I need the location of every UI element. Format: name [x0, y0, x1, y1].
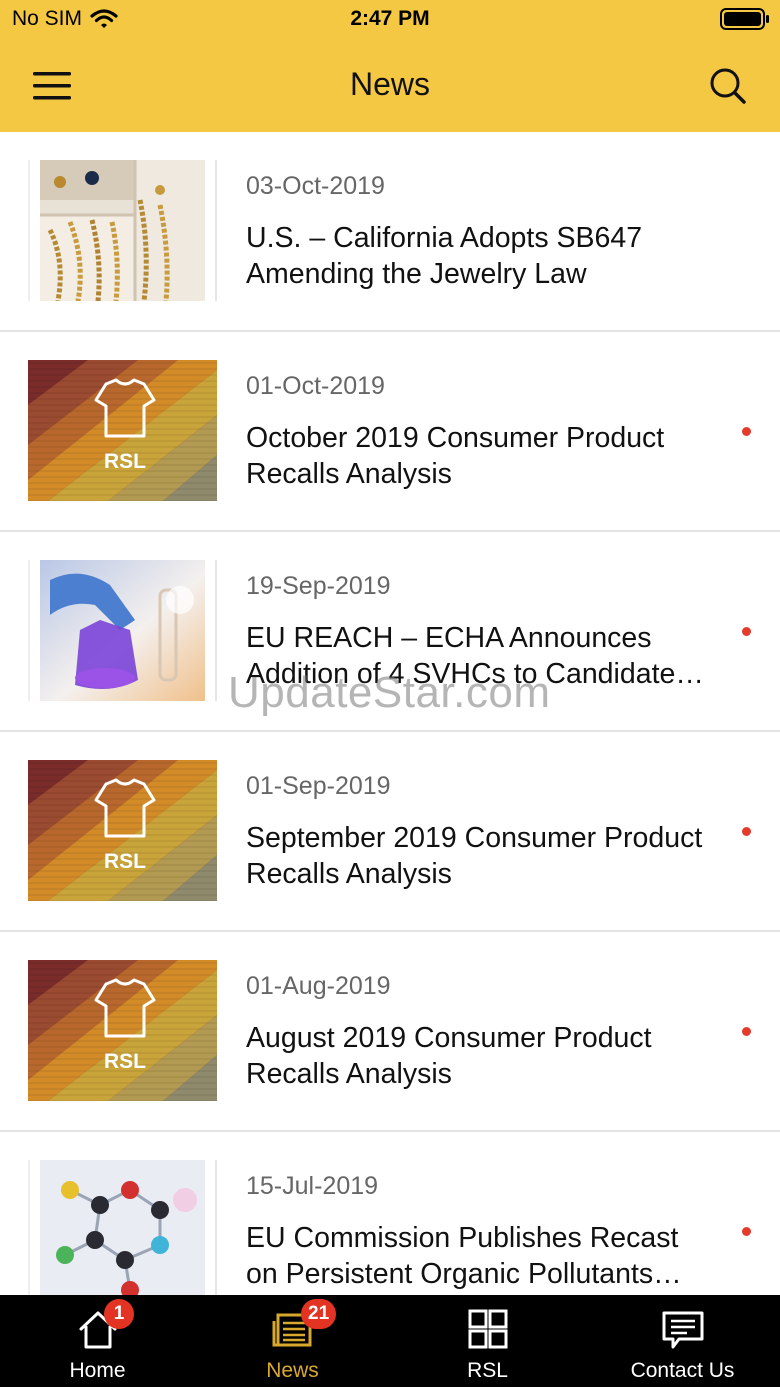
- page-title: News: [349, 66, 430, 102]
- jewelry-photo: [40, 160, 205, 301]
- news-date: 01-Oct-2019: [246, 372, 385, 400]
- rsl-fabric-image: RSL: [28, 760, 217, 901]
- nav-header: News: [0, 40, 780, 132]
- tab-rsl[interactable]: RSL: [390, 1295, 585, 1387]
- lab-flask-photo: [40, 560, 205, 701]
- rsl-image-label: RSL: [104, 450, 146, 473]
- news-title: U.S. – California Adopts SB647 Amending …: [246, 222, 643, 290]
- news-item[interactable]: 19-Sep-2019 EU REACH – ECHA Announces Ad…: [0, 532, 780, 732]
- rsl-fabric-image: RSL: [28, 360, 217, 501]
- molecule-photo: [40, 1160, 205, 1295]
- tab-label: RSL: [467, 1359, 508, 1382]
- tab-label: Contact Us: [630, 1359, 735, 1382]
- unread-indicator: [742, 427, 751, 436]
- news-item[interactable]: 15-Jul-2019 EU Commission Publishes Reca…: [0, 1132, 780, 1295]
- news-date: 01-Sep-2019: [246, 772, 391, 800]
- news-item[interactable]: 03-Oct-2019 U.S. – California Adopts SB6…: [0, 132, 780, 332]
- unread-indicator: [742, 1227, 751, 1236]
- news-date: 15-Jul-2019: [246, 1172, 379, 1200]
- news-thumbnail: [28, 1160, 217, 1295]
- rsl-image-label: RSL: [104, 1050, 146, 1073]
- news-list: 03-Oct-2019 U.S. – California Adopts SB6…: [0, 132, 780, 1295]
- tab-news[interactable]: 21 News: [195, 1295, 390, 1387]
- unread-indicator: [742, 1027, 751, 1036]
- news-title: EU REACH – ECHA Announces Addition of 4 …: [246, 622, 676, 690]
- news-badge: 21: [301, 1299, 337, 1329]
- news-title: September 2019 Consumer Product Recalls …: [246, 822, 703, 890]
- news-title: August 2019 Consumer Product Recalls Ana…: [246, 1022, 652, 1090]
- news-thumbnail: RSL: [28, 960, 217, 1101]
- news-thumbnail: RSL: [28, 360, 217, 501]
- battery-icon: [720, 8, 769, 30]
- tab-contact-us[interactable]: Contact Us: [585, 1295, 780, 1387]
- news-item[interactable]: RSL 01-Sep-2019 September 2019 Consumer …: [0, 732, 780, 932]
- hamburger-menu-icon: [33, 72, 71, 100]
- menu-button[interactable]: [26, 60, 78, 112]
- news-item[interactable]: RSL 01-Aug-2019 August 2019 Consumer Pro…: [0, 932, 780, 1132]
- unread-indicator: [742, 627, 751, 636]
- news-title: October 2019 Consumer Product Recalls An…: [246, 422, 665, 490]
- status-bar: No SIM 2:47 PM: [0, 0, 780, 40]
- tab-label: News: [266, 1359, 319, 1382]
- search-icon: [710, 68, 746, 104]
- home-badge: 1: [104, 1299, 134, 1329]
- grid-icon: [468, 1309, 507, 1349]
- status-time: 2:47 PM: [350, 7, 430, 30]
- tab-label: Home: [69, 1359, 126, 1382]
- chat-icon: [662, 1311, 703, 1349]
- news-title: EU Commission Publishes Recast on Persis…: [246, 1222, 679, 1290]
- rsl-fabric-image: RSL: [28, 960, 217, 1101]
- search-button[interactable]: [702, 60, 754, 112]
- news-date: 01-Aug-2019: [246, 972, 391, 1000]
- news-thumbnail: RSL: [28, 760, 217, 901]
- tab-home[interactable]: 1 Home: [0, 1295, 195, 1387]
- top-bar: No SIM 2:47 PM News: [0, 0, 780, 132]
- unread-indicator: [742, 827, 751, 836]
- news-item[interactable]: RSL 01-Oct-2019 October 2019 Consumer Pr…: [0, 332, 780, 532]
- news-thumbnail: [28, 160, 217, 301]
- news-date: 19-Sep-2019: [246, 572, 391, 600]
- rsl-image-label: RSL: [104, 850, 146, 873]
- tab-bar: 1 Home 21 News RSL Contact Us: [0, 1295, 780, 1387]
- news-thumbnail: [28, 560, 217, 701]
- news-date: 03-Oct-2019: [246, 172, 385, 200]
